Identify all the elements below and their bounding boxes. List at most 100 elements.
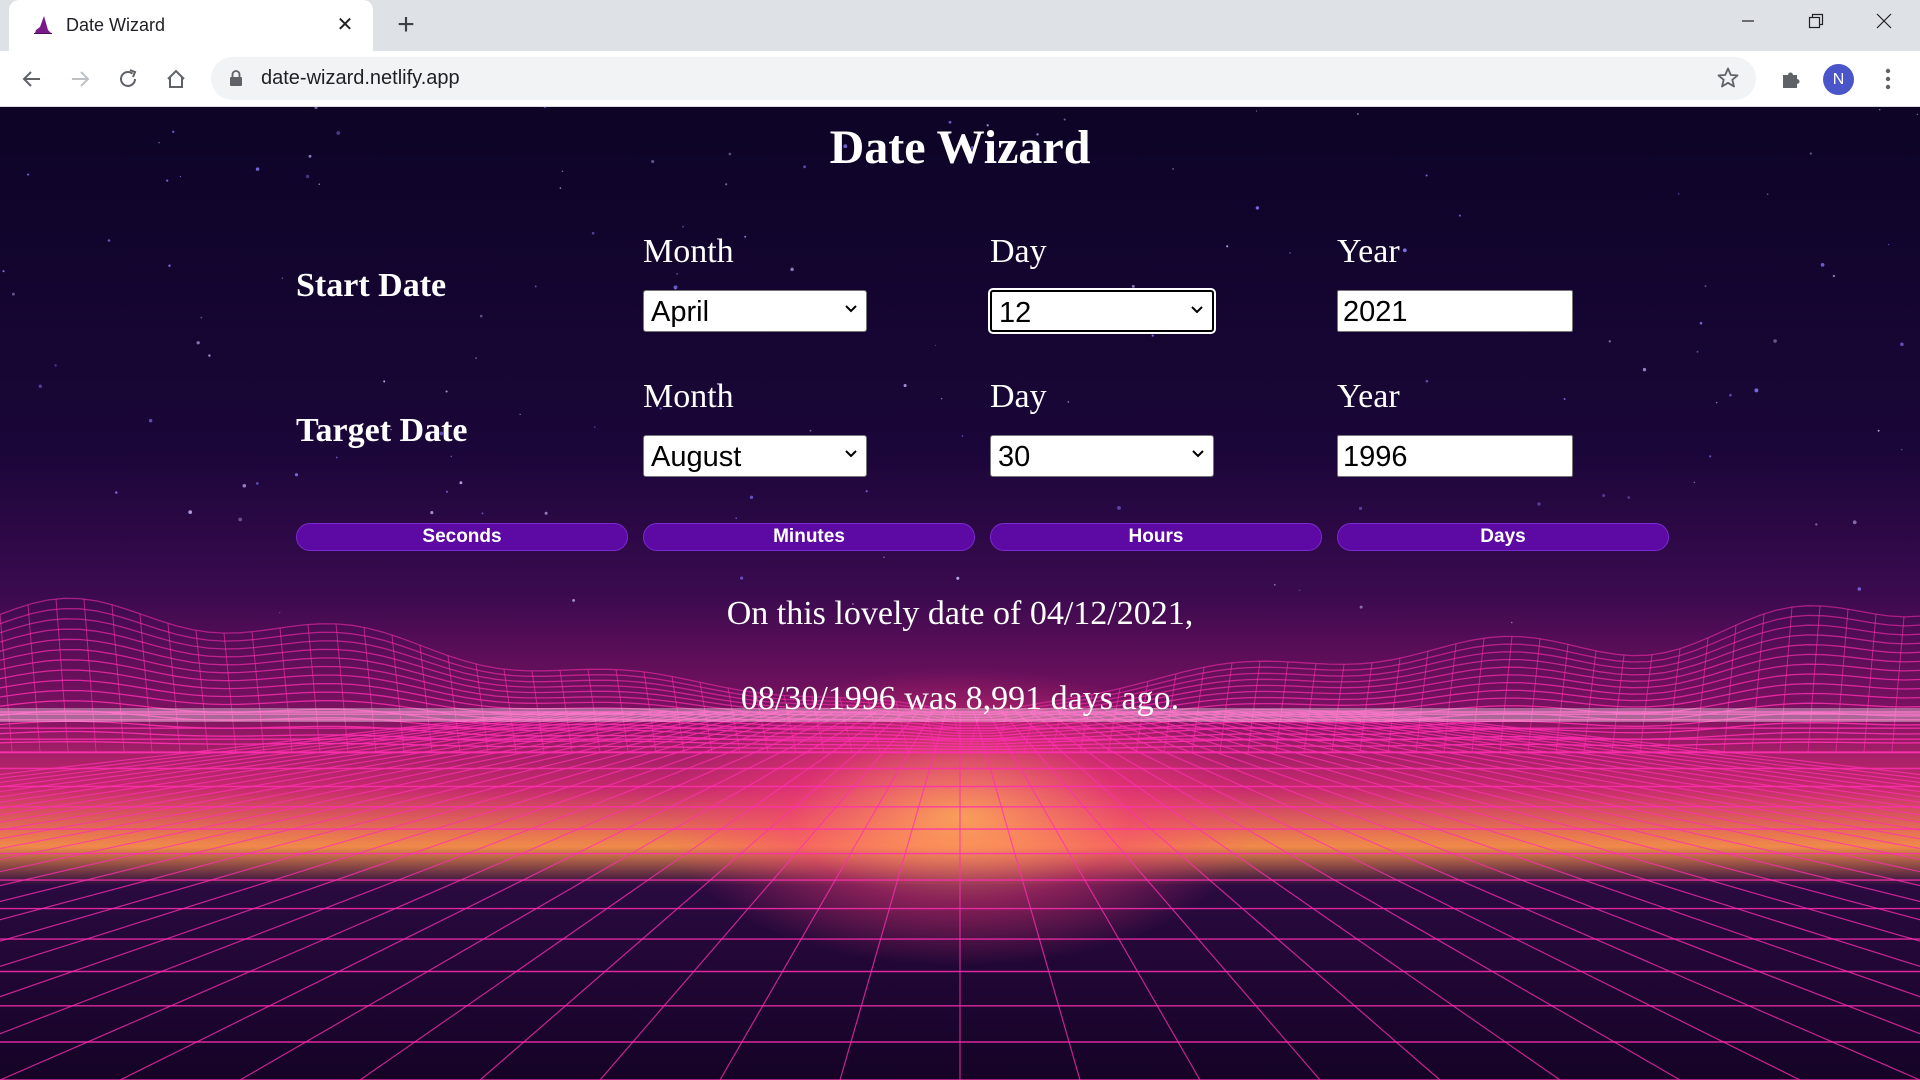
star bbox=[1887, 243, 1890, 246]
floor-vertical-line bbox=[1029, 711, 1561, 1080]
star bbox=[115, 491, 118, 494]
page-title: Date Wizard bbox=[829, 121, 1091, 174]
star bbox=[314, 107, 318, 109]
lock-icon bbox=[230, 70, 242, 86]
star bbox=[281, 277, 284, 279]
minutes-button[interactable]: Minutes bbox=[643, 523, 975, 551]
star bbox=[744, 235, 747, 238]
star bbox=[11, 292, 15, 296]
floor-vertical-line bbox=[1225, 711, 1920, 840]
chevron-down-icon bbox=[1192, 450, 1204, 458]
star bbox=[445, 490, 449, 493]
star bbox=[544, 511, 548, 515]
star bbox=[809, 429, 812, 432]
star bbox=[179, 175, 182, 178]
star bbox=[1704, 285, 1707, 288]
star bbox=[1458, 214, 1461, 217]
new-tab-button[interactable]: + bbox=[390, 9, 422, 41]
home-button[interactable] bbox=[158, 61, 194, 97]
target-year-input[interactable]: 1996 bbox=[1337, 435, 1573, 477]
home-icon bbox=[167, 69, 185, 88]
profile-avatar[interactable]: N bbox=[1823, 64, 1854, 95]
star bbox=[1773, 339, 1777, 343]
minimize-button[interactable] bbox=[1714, 0, 1782, 42]
start-year-input[interactable]: 2021 bbox=[1337, 290, 1573, 332]
restore-button[interactable] bbox=[1782, 0, 1850, 42]
floor-vertical-line bbox=[1239, 711, 1920, 831]
star bbox=[335, 456, 338, 459]
browser-tabstrip: Date Wizard ✕ + bbox=[0, 0, 1920, 51]
start-year-label: Year bbox=[1337, 233, 1400, 270]
browser-menu-button[interactable] bbox=[1870, 61, 1906, 97]
address-bar[interactable]: date-wizard.netlify.app bbox=[211, 57, 1756, 100]
bookmark-star-icon[interactable] bbox=[1716, 66, 1740, 90]
seconds-button[interactable]: Seconds bbox=[296, 523, 628, 551]
star bbox=[475, 357, 477, 359]
floor-vertical-line bbox=[0, 711, 695, 840]
star bbox=[1117, 505, 1121, 510]
close-window-button[interactable] bbox=[1850, 0, 1918, 42]
star bbox=[1425, 379, 1429, 383]
star bbox=[519, 413, 521, 415]
star bbox=[940, 397, 943, 400]
star bbox=[559, 187, 562, 189]
floor-vertical-line bbox=[1001, 711, 1321, 1080]
star bbox=[934, 344, 937, 347]
start-month-select[interactable]: April bbox=[643, 290, 867, 332]
floor-vertical-line bbox=[119, 711, 863, 1080]
star bbox=[1537, 502, 1541, 506]
target-year-label: Year bbox=[1337, 378, 1400, 415]
days-button[interactable]: Days bbox=[1337, 523, 1669, 551]
floor-vertical-line bbox=[0, 711, 751, 887]
star bbox=[673, 285, 678, 290]
hours-button[interactable]: Hours bbox=[990, 523, 1322, 551]
floor-vertical-line bbox=[599, 711, 919, 1080]
star bbox=[1602, 493, 1606, 498]
forward-button[interactable] bbox=[62, 61, 98, 97]
star bbox=[681, 225, 684, 228]
start-day-value: 12 bbox=[999, 297, 1032, 329]
target-month-select[interactable]: August bbox=[643, 435, 867, 477]
star bbox=[1358, 506, 1363, 511]
floor-vertical-line bbox=[1365, 711, 1920, 779]
star bbox=[1715, 401, 1718, 404]
star bbox=[1878, 108, 1881, 111]
back-button[interactable] bbox=[14, 61, 50, 97]
star bbox=[735, 517, 738, 520]
reload-button[interactable] bbox=[110, 61, 146, 97]
tab-close-icon[interactable]: ✕ bbox=[331, 11, 359, 39]
start-day-label: Day bbox=[990, 233, 1047, 270]
star bbox=[318, 183, 321, 186]
wizard-hat-icon bbox=[34, 16, 52, 34]
reload-icon bbox=[120, 69, 137, 87]
star bbox=[200, 316, 203, 319]
start-day-select[interactable]: 12 bbox=[990, 290, 1214, 332]
star bbox=[148, 418, 153, 423]
browser-tab[interactable]: Date Wizard ✕ bbox=[9, 0, 373, 51]
star bbox=[1563, 397, 1566, 401]
star bbox=[168, 264, 171, 267]
start-year-value: 2021 bbox=[1343, 296, 1408, 328]
star bbox=[2, 270, 5, 273]
chevron-down-icon bbox=[845, 450, 857, 458]
star bbox=[749, 495, 754, 499]
star bbox=[196, 341, 200, 345]
target-day-label: Day bbox=[990, 378, 1047, 415]
start-month-value: April bbox=[651, 296, 710, 328]
floor-vertical-line bbox=[1155, 711, 1920, 903]
star bbox=[208, 354, 211, 357]
star bbox=[1151, 334, 1154, 337]
result-line-2: 08/30/1996 was 8,991 days ago. bbox=[740, 680, 1180, 717]
minimize-icon bbox=[1742, 20, 1754, 22]
star bbox=[450, 455, 453, 458]
star bbox=[1356, 113, 1359, 115]
extensions-button[interactable] bbox=[1773, 61, 1809, 97]
star bbox=[383, 380, 386, 383]
star bbox=[1852, 520, 1857, 525]
star bbox=[1678, 193, 1680, 195]
star bbox=[294, 473, 299, 477]
star bbox=[1857, 587, 1862, 591]
star bbox=[1815, 523, 1818, 526]
target-day-select[interactable]: 30 bbox=[990, 435, 1214, 477]
star bbox=[1916, 113, 1918, 116]
